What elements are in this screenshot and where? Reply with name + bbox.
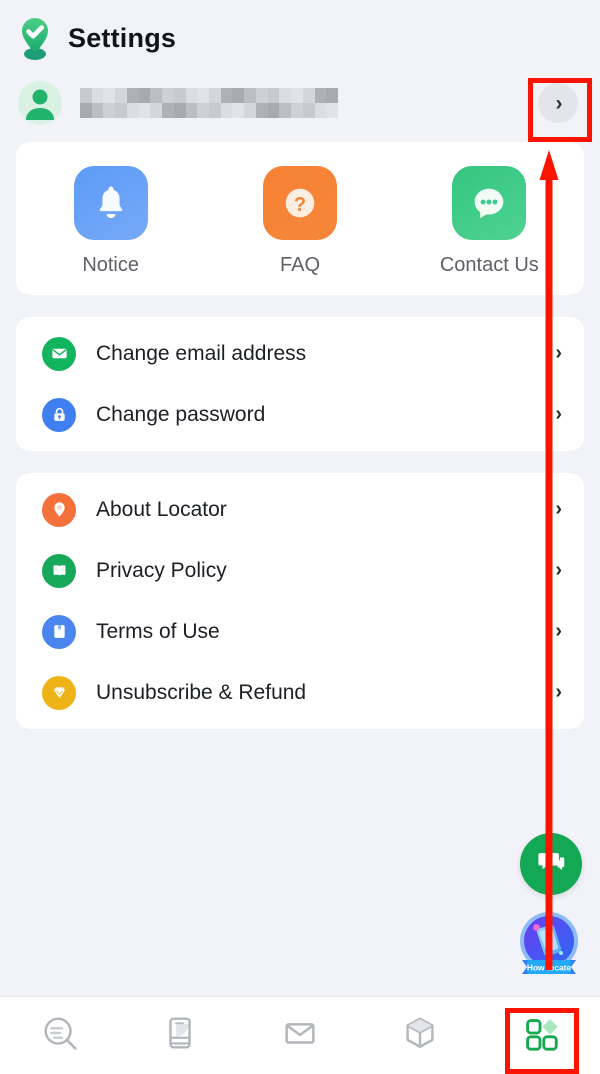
settings-row-label: About Locator (96, 497, 227, 521)
settings-row-label: Unsubscribe & Refund (96, 680, 307, 704)
up-arrow-annotation (539, 150, 559, 970)
cube-icon (399, 1012, 441, 1059)
user-avatar-icon (18, 81, 62, 125)
settings-row-terms-of-use[interactable]: Terms of Use › (16, 601, 584, 662)
annotation-box-nav-grid (505, 1008, 579, 1074)
account-name-redacted (80, 88, 338, 118)
quick-action-label: Notice (82, 254, 140, 276)
lock-icon (42, 397, 76, 432)
account-settings-card: Change email address › Change password › (16, 317, 584, 451)
settings-row-change-password[interactable]: Change password › (16, 384, 584, 445)
settings-row-label: Change password (96, 402, 266, 426)
mail-icon (279, 1012, 321, 1059)
annotation-box-chevron (528, 78, 592, 142)
svg-text:?: ? (294, 194, 306, 216)
book-icon (42, 553, 76, 588)
quick-action-label: Contact Us (439, 254, 539, 276)
settings-row-about-locator[interactable]: About Locator › (16, 479, 584, 540)
mail-icon (42, 336, 76, 371)
quick-actions-card: Notice ? FAQ Contact Us (16, 142, 584, 295)
device-phone-icon (159, 1012, 201, 1059)
question-mark-icon: ? (262, 166, 337, 240)
settings-row-privacy-policy[interactable]: Privacy Policy › (16, 540, 584, 601)
settings-row-label: Change email address (96, 341, 307, 365)
location-pin-check-icon (16, 16, 54, 60)
quick-action-notice[interactable]: Notice (16, 166, 205, 277)
settings-row-change-email[interactable]: Change email address › (16, 323, 584, 384)
nav-item-search-locate[interactable] (0, 997, 120, 1074)
page-header: Settings (0, 0, 600, 62)
page-title: Settings (68, 22, 177, 53)
account-row[interactable]: › (0, 72, 600, 134)
nav-item-device[interactable] (120, 997, 240, 1074)
settings-row-label: Privacy Policy (96, 558, 227, 582)
chat-bubble-icon (452, 166, 527, 240)
location-pin-icon (42, 492, 76, 527)
settings-row-label: Terms of Use (96, 619, 220, 643)
settings-row-unsubscribe-refund[interactable]: Unsubscribe & Refund › (16, 662, 584, 723)
nav-item-mail[interactable] (240, 997, 360, 1074)
diamond-icon (42, 675, 76, 710)
settings-screen: Settings › Notice ? FAQ Contact Us Chang… (0, 0, 600, 1074)
info-settings-card: About Locator › Privacy Policy › Terms o… (16, 473, 584, 729)
bookmark-icon (42, 614, 76, 649)
quick-action-faq[interactable]: ? FAQ (205, 166, 394, 277)
search-locate-icon (39, 1012, 81, 1059)
quick-action-label: FAQ (279, 254, 320, 276)
bell-icon (73, 166, 148, 240)
nav-item-cube[interactable] (360, 997, 480, 1074)
